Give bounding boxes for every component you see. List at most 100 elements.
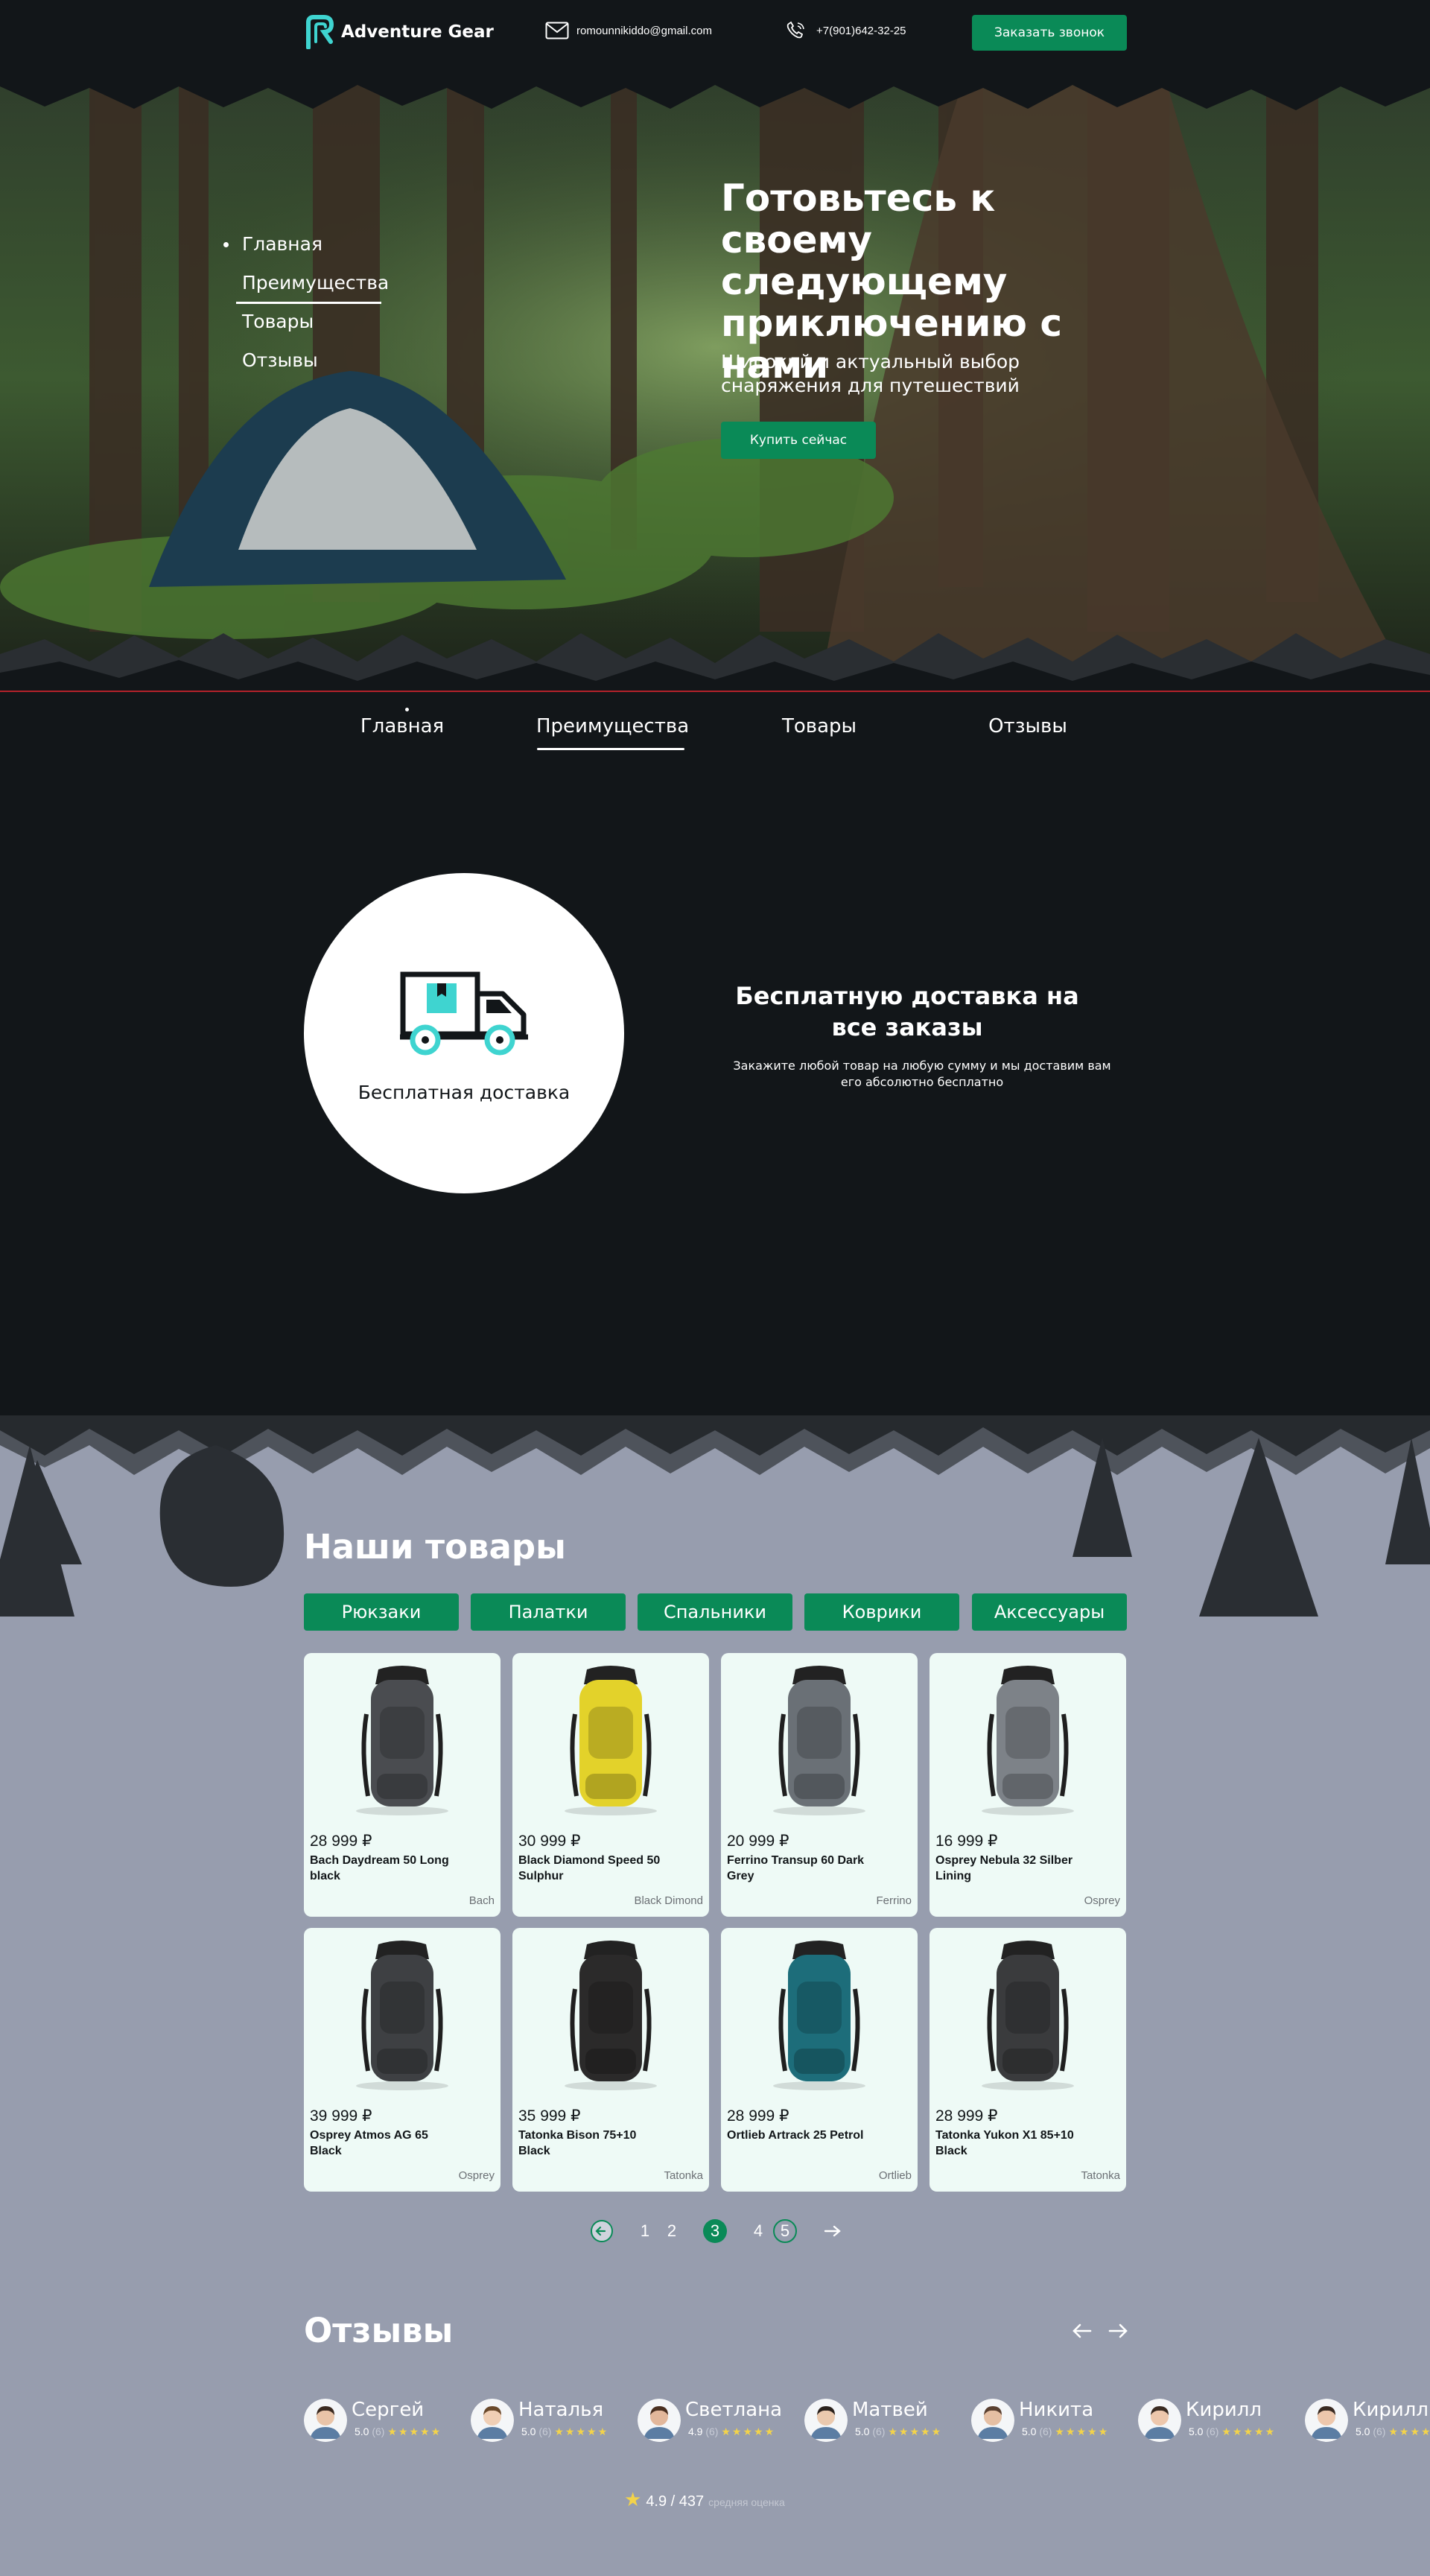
nav-marker-dot: [405, 708, 409, 711]
avatar: [471, 2399, 514, 2442]
reviews-prev-arrow-icon[interactable]: [1070, 2320, 1095, 2342]
reviewer-rating: 5.0 (6) ★★★★★: [355, 2426, 442, 2438]
reviewer-score: 5.0: [1356, 2426, 1370, 2437]
average-rating-label: средняя оценка: [708, 2496, 785, 2508]
product-brand: Tatonka: [664, 2169, 703, 2182]
backpack-image: [982, 1666, 1074, 1815]
page-4[interactable]: 4: [746, 2219, 770, 2243]
product-name: Black Diamond Speed 50 Sulphur: [518, 1854, 661, 1882]
backpack-image: [565, 1666, 657, 1815]
product-price: 28 999 ₽: [935, 2107, 998, 2125]
section-nav-home[interactable]: Главная: [328, 715, 477, 737]
logo[interactable]: Adventure Gear: [304, 15, 494, 49]
page-2[interactable]: 2: [660, 2219, 684, 2243]
reviewer-rating: 4.9 (6) ★★★★★: [688, 2426, 775, 2438]
reviewer-score: 5.0: [1189, 2426, 1204, 2437]
star-rating-icon: ★★★★★: [1221, 2426, 1277, 2437]
reviewer-card[interactable]: Никита 5.0 (6) ★★★★★: [971, 2399, 1135, 2443]
section-nav-products[interactable]: Товары: [745, 715, 894, 737]
hero-subtitle: Широкий и актуальный выбор снаряжения дл…: [721, 351, 1020, 396]
product-price: 16 999 ₽: [935, 1833, 998, 1850]
product-card[interactable]: 16 999 ₽ Osprey Nebula 32 Silber Lining Os…: [930, 1653, 1126, 1917]
backpack-image: [565, 1941, 657, 2090]
reviewer-card[interactable]: Светлана 4.9 (6) ★★★★★: [638, 2399, 801, 2443]
reviews-next-arrow-icon[interactable]: [1105, 2320, 1131, 2342]
reviewer-card[interactable]: Наталья 5.0 (6) ★★★★★: [471, 2399, 635, 2443]
reviewer-name: Никита: [1019, 2399, 1094, 2421]
product-name: Osprey Nebula 32 Silber Lining: [935, 1854, 1073, 1882]
email-text: romounnikiddo@gmail.com: [576, 24, 712, 37]
product-card[interactable]: 20 999 ₽ Ferrino Transup 60 Dark Grey Ferr…: [721, 1653, 918, 1917]
product-brand: Ortlieb: [878, 2169, 912, 2182]
hero-forest-photo: [0, 66, 1430, 691]
order-call-button[interactable]: Заказать звонок: [972, 15, 1127, 51]
star-rating-icon: ★★★★★: [1055, 2426, 1110, 2437]
forest-silhouette: [0, 1415, 1430, 1617]
product-card[interactable]: 28 999 ₽ Ortlieb Artrack 25 Petrol Ortlieb: [721, 1928, 918, 2192]
product-price: 30 999 ₽: [518, 1833, 581, 1850]
reviewer-name: Светлана: [685, 2399, 783, 2421]
product-brand: Ferrino: [876, 1894, 912, 1907]
reviewer-count: (6): [1039, 2426, 1052, 2437]
hero-nav: Главная Преимущества Товары Отзывы: [223, 233, 389, 388]
free-delivery-label: Бесплатная доставка: [358, 1082, 571, 1103]
avatar: [304, 2399, 347, 2442]
product-name: Ferrino Transup 60 Dark Grey: [727, 1854, 865, 1882]
star-icon: ★: [624, 2488, 642, 2510]
delivery-title: Бесплатную доставка на все заказы: [735, 982, 1079, 1041]
reviewer-count: (6): [705, 2426, 719, 2437]
email-contact[interactable]: romounnikiddo@gmail.com: [545, 21, 712, 40]
reviewer-rating: 5.0 (6) ★★★★★: [521, 2426, 608, 2438]
hero-section: Главная Преимущества Товары Отзывы Готов…: [0, 66, 1430, 691]
phone-contact[interactable]: +7(901)642-32-25: [785, 21, 906, 40]
product-brand: Bach: [468, 1894, 495, 1907]
product-card[interactable]: 39 999 ₽ Osprey Atmos AG 65 Black Osprey: [304, 1928, 500, 2192]
section-nav-advantages[interactable]: Преимущества: [536, 715, 689, 750]
category-tents[interactable]: Палатки: [471, 1593, 626, 1631]
reviewer-name: Наталья: [518, 2399, 604, 2421]
product-name: Ortlieb Artrack 25 Petrol: [727, 2129, 864, 2142]
reviewer-rating: 5.0 (6) ★★★★★: [1022, 2426, 1109, 2438]
reviewer-name: Матвей: [852, 2399, 928, 2421]
reviewer-rating: 5.0 (6) ★★★★★: [1189, 2426, 1276, 2438]
reviewer-name: Кирилл: [1186, 2399, 1262, 2421]
reviewer-rating: 5.0 (6) ★★★★★: [1356, 2426, 1430, 2438]
section-nav-reviews[interactable]: Отзывы: [953, 715, 1102, 737]
reviewer-card[interactable]: Сергей 5.0 (6) ★★★★★: [304, 2399, 468, 2443]
page-3[interactable]: 3: [703, 2219, 727, 2243]
page-5[interactable]: 5: [773, 2219, 797, 2243]
product-name: Osprey Atmos AG 65 Black: [310, 2129, 428, 2157]
product-card[interactable]: 28 999 ₽ Bach Daydream 50 Long black Bach: [304, 1653, 500, 1917]
category-accessories[interactable]: Аксессуары: [972, 1593, 1127, 1631]
avatar: [1305, 2399, 1348, 2442]
category-mats[interactable]: Коврики: [804, 1593, 959, 1631]
category-sleeping-bags[interactable]: Спальники: [638, 1593, 792, 1631]
reviewer-score: 5.0: [355, 2426, 369, 2437]
prev-page-icon[interactable]: [590, 2219, 614, 2243]
star-rating-icon: ★★★★★: [721, 2426, 776, 2437]
product-price: 28 999 ₽: [310, 1833, 372, 1850]
reviewer-card[interactable]: Матвей 5.0 (6) ★★★★★: [804, 2399, 968, 2443]
hero-nav-products[interactable]: Товары: [223, 311, 389, 349]
category-backpacks[interactable]: Рюкзаки: [304, 1593, 459, 1631]
hero-nav-reviews[interactable]: Отзывы: [223, 349, 389, 388]
reviewer-card[interactable]: Кирилл 5.0 (6) ★★★★★: [1138, 2399, 1302, 2443]
next-page-icon[interactable]: [821, 2219, 845, 2243]
hero-nav-home[interactable]: Главная: [223, 233, 389, 272]
avatar: [971, 2399, 1014, 2442]
buy-now-button[interactable]: Купить сейчас: [721, 422, 876, 459]
product-card[interactable]: 35 999 ₽ Tatonka Bison 75+10 Black Tatonka: [512, 1928, 709, 2192]
product-card[interactable]: 28 999 ₽ Tatonka Yukon X1 85+10 Black Tato…: [930, 1928, 1126, 2192]
page-1[interactable]: 1: [633, 2219, 657, 2243]
product-card[interactable]: 30 999 ₽ Black Diamond Speed 50 Sulphur Bl…: [512, 1653, 709, 1917]
average-rating: ★ 4.9 / 437 средняя оценка: [624, 2488, 785, 2511]
hero-nav-advantages[interactable]: Преимущества: [223, 272, 389, 311]
reviewer-card[interactable]: Кирилл 5.0 (6) ★★★★★: [1305, 2399, 1430, 2443]
backpack-image: [356, 1666, 448, 1815]
average-rating-value: 4.9 / 437: [646, 2493, 705, 2510]
avatar: [638, 2399, 681, 2442]
reviewer-count: (6): [1206, 2426, 1219, 2437]
avatar: [804, 2399, 848, 2442]
reviewer-score: 4.9: [688, 2426, 703, 2437]
product-name: Tatonka Bison 75+10 Black: [518, 2129, 637, 2157]
